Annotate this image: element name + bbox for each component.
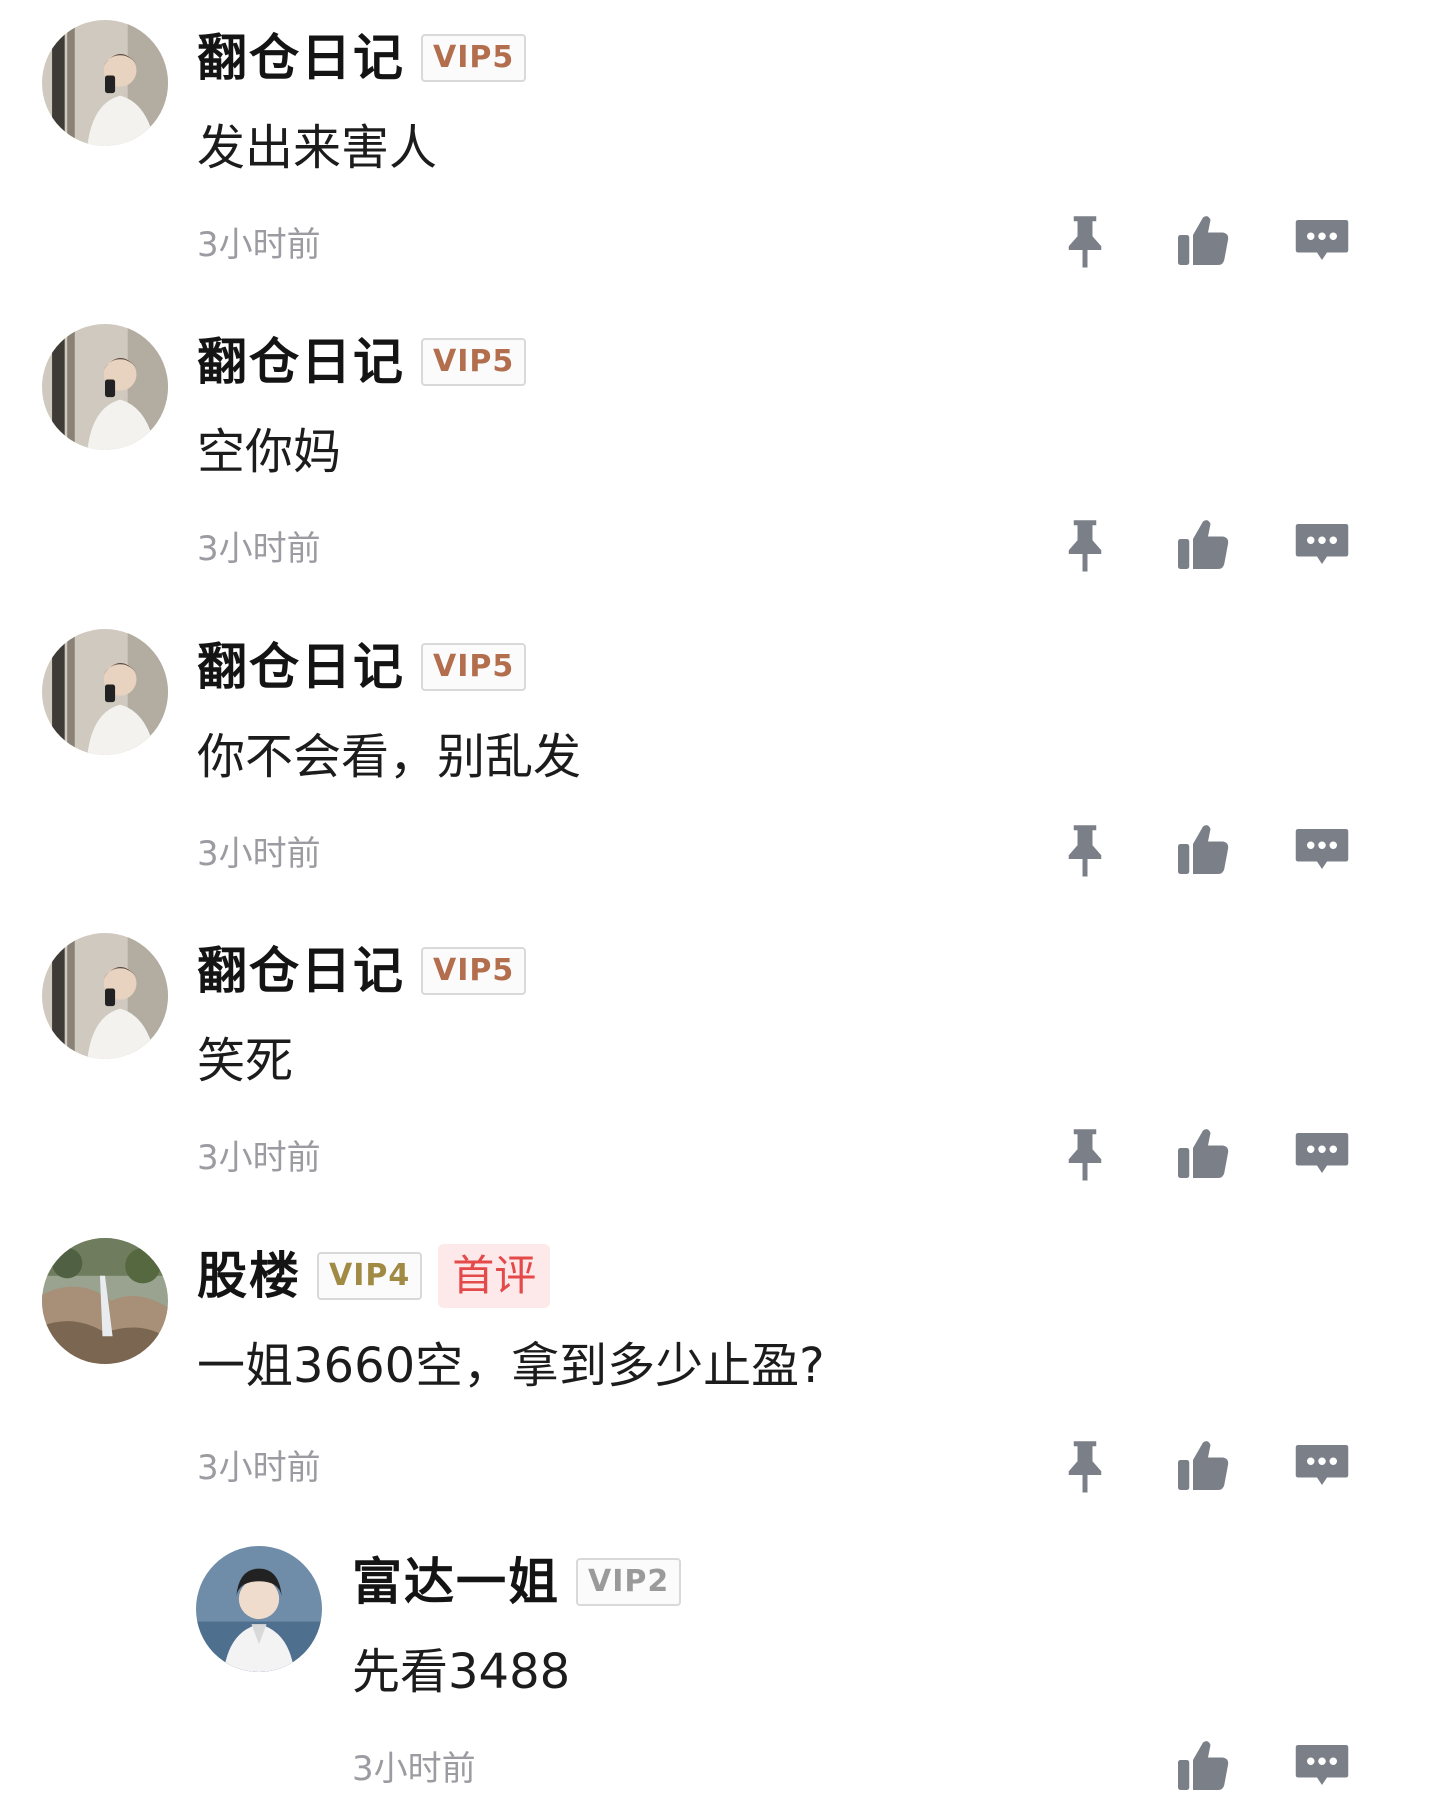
avatar[interactable]	[42, 324, 168, 450]
comment-icon[interactable]	[1292, 1435, 1352, 1495]
comment-item: 翻仓日记 VIP5 发出来害人 3小时前	[0, 0, 1440, 300]
comment-text: 空你妈	[197, 424, 342, 480]
comment-text: 发出来害人	[197, 120, 438, 176]
thumbs-up-icon[interactable]	[1173, 210, 1233, 270]
vip-badge: VIP5	[421, 34, 527, 82]
comment-icon[interactable]	[1292, 1123, 1352, 1183]
username[interactable]: 富达一姐	[352, 1552, 560, 1612]
username[interactable]: 翻仓日记	[197, 28, 405, 88]
comment-text: 你不会看，别乱发	[197, 729, 582, 785]
comment-text: 先看3488	[352, 1644, 571, 1700]
username[interactable]: 翻仓日记	[197, 941, 405, 1001]
comment-icon[interactable]	[1292, 819, 1352, 879]
timestamp: 3小时前	[197, 1448, 321, 1488]
timestamp: 3小时前	[197, 1138, 321, 1178]
username[interactable]: 股楼	[197, 1246, 301, 1306]
user-line: 翻仓日记 VIP5	[197, 332, 527, 392]
comment-text: 笑死	[197, 1033, 294, 1089]
comment-icon[interactable]	[1292, 1735, 1352, 1795]
timestamp: 3小时前	[197, 529, 321, 569]
thumbs-up-icon[interactable]	[1173, 514, 1233, 574]
username[interactable]: 翻仓日记	[197, 332, 405, 392]
pin-icon[interactable]	[1055, 1435, 1115, 1495]
comment-item: 股楼 VIP4 首评 一姐3660空，拿到多少止盈? 3小时前	[0, 1218, 1440, 1528]
first-comment-badge: 首评	[438, 1244, 551, 1308]
avatar[interactable]	[42, 629, 168, 755]
user-line: 富达一姐 VIP2	[352, 1552, 682, 1612]
username[interactable]: 翻仓日记	[197, 637, 405, 697]
thumbs-up-icon[interactable]	[1173, 819, 1233, 879]
avatar[interactable]	[42, 20, 168, 146]
thumbs-up-icon[interactable]	[1173, 1435, 1233, 1495]
avatar[interactable]	[42, 933, 168, 1059]
user-line: 股楼 VIP4 首评	[197, 1244, 551, 1308]
pin-icon[interactable]	[1055, 210, 1115, 270]
avatar[interactable]	[42, 1238, 168, 1364]
comment-icon[interactable]	[1292, 210, 1352, 270]
avatar[interactable]	[196, 1546, 322, 1672]
thumbs-up-icon[interactable]	[1173, 1735, 1233, 1795]
user-line: 翻仓日记 VIP5	[197, 941, 527, 1001]
pin-icon[interactable]	[1055, 1123, 1115, 1183]
vip-badge: VIP2	[576, 1558, 682, 1606]
thumbs-up-icon[interactable]	[1173, 1123, 1233, 1183]
timestamp: 3小时前	[352, 1749, 476, 1789]
timestamp: 3小时前	[197, 225, 321, 265]
comment-text: 一姐3660空，拿到多少止盈?	[197, 1338, 825, 1394]
comment-item: 翻仓日记 VIP5 你不会看，别乱发 3小时前	[0, 609, 1440, 909]
comment-item: 翻仓日记 VIP5 笑死 3小时前	[0, 913, 1440, 1213]
pin-icon[interactable]	[1055, 819, 1115, 879]
vip-badge: VIP5	[421, 947, 527, 995]
vip-badge: VIP4	[317, 1252, 423, 1300]
vip-badge: VIP5	[421, 643, 527, 691]
comment-item: 翻仓日记 VIP5 空你妈 3小时前	[0, 304, 1440, 604]
timestamp: 3小时前	[197, 834, 321, 874]
vip-badge: VIP5	[421, 338, 527, 386]
comment-icon[interactable]	[1292, 514, 1352, 574]
user-line: 翻仓日记 VIP5	[197, 637, 527, 697]
pin-icon[interactable]	[1055, 514, 1115, 574]
user-line: 翻仓日记 VIP5	[197, 28, 527, 88]
